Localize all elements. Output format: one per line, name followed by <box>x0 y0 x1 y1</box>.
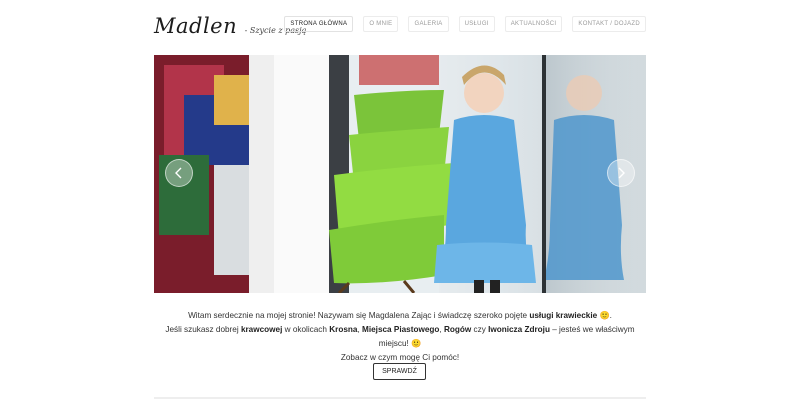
hero-slider <box>154 55 646 293</box>
intro-line-2: Jeśli szukasz dobrej krawcowej w okolica… <box>165 325 635 348</box>
slider-prev-button[interactable] <box>165 159 193 187</box>
nav-item-home[interactable]: Strona główna <box>284 16 354 32</box>
main-nav: Strona główna O mnie Galeria Usługi Aktu… <box>284 16 646 32</box>
logo-name: Madlen <box>154 14 238 38</box>
nav-item-news[interactable]: Aktualności <box>504 16 563 32</box>
slider-next-button[interactable] <box>607 159 635 187</box>
nav-item-services[interactable]: Usługi <box>458 16 495 32</box>
site-header: Madlen - Szycie z pasją Strona główna O … <box>154 10 646 44</box>
footer-divider <box>154 397 646 399</box>
intro-line-1: Witam serdecznie na mojej stronie! Nazyw… <box>188 311 612 320</box>
nav-item-contact[interactable]: Kontakt / Dojazd <box>572 16 646 32</box>
intro-text: Witam serdecznie na mojej stronie! Nazyw… <box>154 309 646 365</box>
chevron-left-icon <box>175 167 182 179</box>
check-button[interactable]: Sprawdź <box>373 363 426 380</box>
nav-item-about[interactable]: O mnie <box>363 16 399 32</box>
nav-item-gallery[interactable]: Galeria <box>408 16 449 32</box>
hero-photo <box>154 55 646 293</box>
chevron-right-icon <box>618 167 625 179</box>
